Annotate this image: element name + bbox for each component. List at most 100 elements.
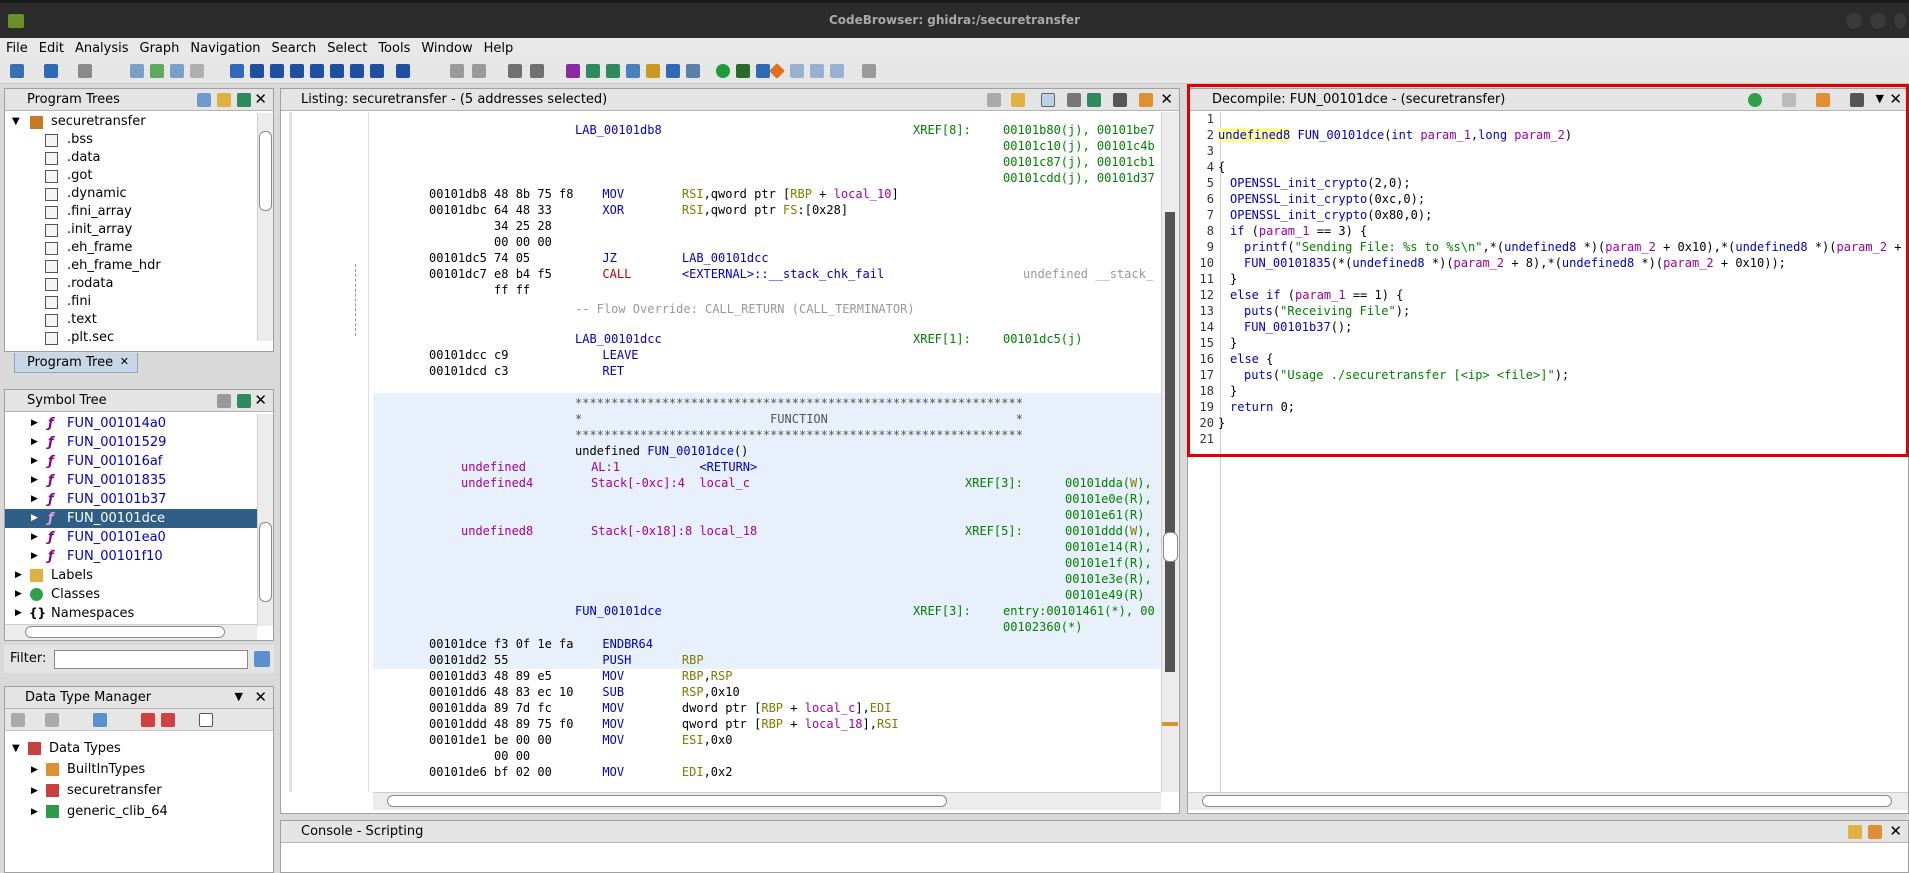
chevron-right-icon[interactable]: ▶	[31, 547, 38, 566]
chevron-down-icon[interactable]: ▼	[12, 739, 20, 759]
undo-icon[interactable]	[508, 64, 522, 78]
chevron-right-icon[interactable]: ▶	[31, 471, 38, 490]
close-icon[interactable]: ✕	[1160, 90, 1173, 108]
chevron-right-icon[interactable]: ▶	[15, 604, 22, 623]
filter-icon[interactable]	[161, 713, 175, 727]
tool-icon[interactable]	[736, 64, 750, 78]
chevron-down-icon[interactable]: ▼	[12, 113, 20, 131]
menu-navigation[interactable]: Navigation	[184, 38, 265, 56]
symbol-function-item[interactable]: ▶ ƒ FUN_001016af	[5, 452, 257, 471]
lock-icon[interactable]	[1848, 825, 1862, 839]
symbol-function-item[interactable]: ▶ ƒ FUN_00101b37	[5, 490, 257, 509]
tab-program-tree[interactable]: Program Tree ✕	[14, 353, 138, 373]
chevron-right-icon[interactable]: ▶	[31, 528, 38, 547]
back-icon[interactable]	[44, 64, 58, 78]
back-icon[interactable]	[11, 713, 25, 727]
tool-icon[interactable]	[790, 64, 804, 78]
l-icon[interactable]	[310, 64, 324, 78]
menu-dropdown-icon[interactable]: ▼	[235, 690, 243, 703]
forward-icon[interactable]	[78, 64, 92, 78]
tool-icon[interactable]	[830, 64, 844, 78]
tree-item-section[interactable]: .fini_array	[5, 203, 257, 221]
tree-item-section[interactable]: .got	[5, 167, 257, 185]
dtm-root[interactable]: ▼ Data Types	[5, 739, 273, 760]
tree-root-securetransfer[interactable]: ▼ securetransfer	[5, 113, 257, 131]
tree-item-section[interactable]: .bss	[5, 131, 257, 149]
dtm-item[interactable]: ▶ BuiltInTypes	[5, 760, 273, 781]
tool-icon[interactable]	[756, 64, 770, 78]
symbol-tree-hscrollbar[interactable]	[5, 624, 257, 640]
folder-icon[interactable]	[217, 93, 231, 107]
tool-icon[interactable]	[686, 64, 700, 78]
panel-action-icon[interactable]	[197, 93, 211, 107]
tool-icon[interactable]	[862, 64, 876, 78]
nav-icon[interactable]	[190, 64, 204, 78]
b-icon[interactable]	[396, 64, 410, 78]
nav-icon[interactable]	[170, 64, 184, 78]
close-icon[interactable]: ✕	[254, 688, 267, 706]
tool-icon[interactable]	[93, 713, 107, 727]
d-icon[interactable]	[270, 64, 284, 78]
program-tree-scrollbar[interactable]	[257, 113, 273, 341]
collapse-icon[interactable]	[199, 713, 213, 727]
tool-icon[interactable]	[626, 64, 640, 78]
close-icon[interactable]: ✕	[120, 355, 129, 368]
tree-item-section[interactable]: .plt.sec	[5, 329, 257, 347]
v-icon[interactable]	[350, 64, 364, 78]
listing-content[interactable]: LAB_00101db8 XREF[8]: 00101b80(j), 00101…	[373, 112, 1161, 792]
tree-item-section[interactable]: .dynamic	[5, 185, 257, 203]
symbol-function-item[interactable]: ▶ ƒ FUN_00101f10	[5, 547, 257, 566]
close-icon[interactable]: ✕	[254, 90, 267, 108]
filter-input[interactable]	[54, 650, 248, 669]
chevron-right-icon[interactable]: ▶	[31, 802, 38, 822]
nav-icon[interactable]	[150, 64, 164, 78]
redo-icon[interactable]	[530, 64, 544, 78]
dtm-item[interactable]: ▶ generic_clib_64	[5, 802, 273, 823]
minimize-icon[interactable]	[1846, 13, 1862, 29]
menu-window[interactable]: Window	[415, 38, 477, 56]
chevron-right-icon[interactable]: ▶	[31, 433, 38, 452]
snapshot-icon[interactable]	[1113, 93, 1127, 107]
clear-icon[interactable]	[472, 64, 486, 78]
filter-options-icon[interactable]	[254, 651, 270, 667]
chevron-right-icon[interactable]: ▶	[31, 509, 38, 528]
symbol-function-item-selected[interactable]: ▶ ƒ FUN_00101dce	[5, 509, 257, 528]
tool-icon[interactable]	[1139, 93, 1153, 107]
run-script-icon[interactable]	[716, 64, 730, 78]
chevron-right-icon[interactable]: ▶	[31, 490, 38, 509]
paste-icon[interactable]	[1011, 93, 1025, 107]
close-window-icon[interactable]	[1894, 13, 1906, 29]
menu-analysis[interactable]: Analysis	[69, 38, 134, 56]
close-icon[interactable]: ✕	[254, 391, 267, 409]
close-icon[interactable]: ✕	[1889, 822, 1902, 840]
cursor-icon[interactable]	[1041, 93, 1055, 107]
diamond-icon[interactable]	[769, 63, 785, 79]
chevron-right-icon[interactable]: ▶	[31, 452, 38, 471]
forward-icon[interactable]	[45, 713, 59, 727]
symbol-function-item[interactable]: ▶ ƒ FUN_001014a0	[5, 414, 257, 433]
symbol-function-item[interactable]: ▶ ƒ FUN_00101529	[5, 433, 257, 452]
tool-icon[interactable]	[810, 64, 824, 78]
chevron-right-icon[interactable]: ▶	[31, 760, 38, 780]
tree-item-section[interactable]: .fini	[5, 293, 257, 311]
tree-item-section[interactable]: .init_array	[5, 221, 257, 239]
symbol-tree-scrollbar[interactable]	[257, 414, 273, 626]
tool-icon[interactable]	[646, 64, 660, 78]
tree-item-section[interactable]: .rodata	[5, 275, 257, 293]
tool-icon[interactable]	[586, 64, 600, 78]
check-icon[interactable]	[566, 64, 580, 78]
menu-file[interactable]: File	[0, 38, 33, 56]
menu-edit[interactable]: Edit	[33, 38, 69, 56]
tree-item-section[interactable]: .data	[5, 149, 257, 167]
chevron-right-icon[interactable]: ▶	[15, 566, 22, 585]
tool-icon[interactable]	[606, 64, 620, 78]
u-icon[interactable]	[290, 64, 304, 78]
menu-tools[interactable]: Tools	[372, 38, 415, 56]
panel-action-icon[interactable]	[237, 93, 251, 107]
filter-icon[interactable]	[141, 713, 155, 727]
chevron-right-icon[interactable]: ▶	[31, 781, 38, 801]
menu-graph[interactable]: Graph	[134, 38, 185, 56]
save-icon[interactable]	[10, 64, 24, 78]
chevron-right-icon[interactable]: ▶	[15, 585, 22, 604]
listing-vscrollbar[interactable]	[1161, 112, 1179, 792]
